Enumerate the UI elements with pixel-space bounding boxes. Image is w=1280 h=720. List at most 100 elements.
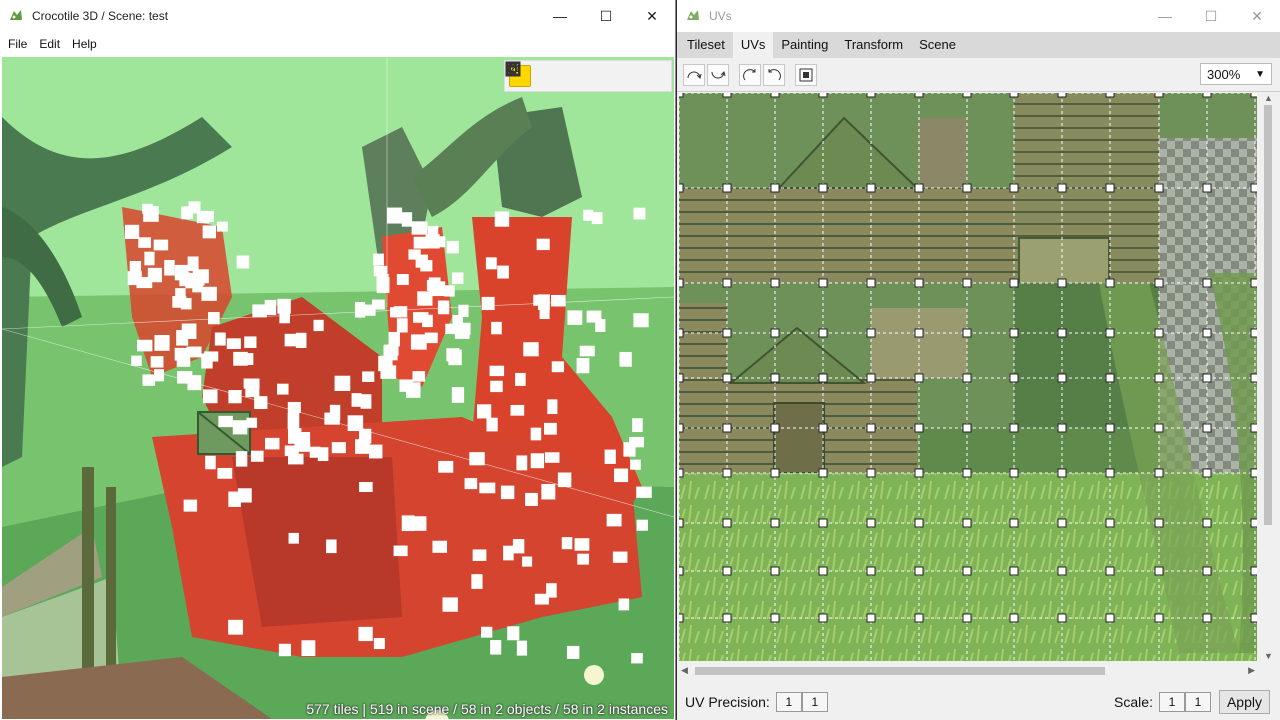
uv-vertex-handle[interactable] <box>818 518 828 528</box>
uv-vertex-handle[interactable] <box>1009 566 1019 576</box>
uv-vertex-handle[interactable] <box>770 278 780 288</box>
uv-vertex-handle[interactable] <box>1202 373 1212 383</box>
uv-vertex-handle[interactable] <box>962 93 972 98</box>
uv-vertex-handle[interactable] <box>722 468 732 478</box>
uv-vertex-handle[interactable] <box>818 468 828 478</box>
uv-vertex-handle[interactable] <box>1202 613 1212 623</box>
uv-vertex-handle[interactable] <box>1105 93 1115 98</box>
uv-vertex-handle[interactable] <box>866 613 876 623</box>
uv-vertex-handle[interactable] <box>818 566 828 576</box>
uv-vertex-handle[interactable] <box>1154 328 1164 338</box>
uv-vertex-handle[interactable] <box>1105 328 1115 338</box>
uv-vertex-handle[interactable] <box>1202 183 1212 193</box>
uv-vertex-handle[interactable] <box>1154 423 1164 433</box>
uv-vertex-handle[interactable] <box>1009 468 1019 478</box>
uv-vertex-handle[interactable] <box>722 328 732 338</box>
uv-vertex-handle[interactable] <box>818 613 828 623</box>
uv-vertex-handle[interactable] <box>818 373 828 383</box>
uv-vertex-handle[interactable] <box>866 566 876 576</box>
fit-uv-icon[interactable] <box>795 63 817 86</box>
uv-vertex-handle[interactable] <box>1250 423 1257 433</box>
flip-vertical-icon[interactable] <box>707 63 729 86</box>
uv-vertex-handle[interactable] <box>679 613 684 623</box>
select-box-icon[interactable] <box>506 62 611 87</box>
uv-vertex-handle[interactable] <box>1202 423 1212 433</box>
uv-vertex-handle[interactable] <box>1154 566 1164 576</box>
uv-vertex-handle[interactable] <box>1057 423 1067 433</box>
uv-vertex-handle[interactable] <box>866 183 876 193</box>
uv-vertex-handle[interactable] <box>962 183 972 193</box>
maximize-button[interactable]: ☐ <box>583 0 629 32</box>
rotate-uv-right-icon[interactable] <box>763 63 785 86</box>
zoom-select[interactable]: 300% ▼ <box>1200 63 1272 85</box>
uv-vertex-handle[interactable] <box>679 423 684 433</box>
uv-vertex-handle[interactable] <box>1250 566 1257 576</box>
uv-maximize-button[interactable]: ☐ <box>1188 0 1234 32</box>
uv-vertex-handle[interactable] <box>866 423 876 433</box>
uv-vertex-handle[interactable] <box>1105 278 1115 288</box>
uv-vertex-handle[interactable] <box>770 423 780 433</box>
vertical-scroll-thumb[interactable] <box>1264 105 1272 525</box>
uv-vertex-handle[interactable] <box>1105 468 1115 478</box>
uv-vertex-handle[interactable] <box>1250 93 1257 98</box>
scroll-up-arrow-icon[interactable]: ▲ <box>1264 93 1273 103</box>
uv-vertex-handle[interactable] <box>1057 93 1067 98</box>
rotate-left-icon[interactable] <box>508 62 643 87</box>
scroll-left-arrow-icon[interactable]: ◀ <box>681 665 688 676</box>
uv-vertex-handle[interactable] <box>722 93 732 98</box>
uv-vertex-handle[interactable] <box>770 373 780 383</box>
uv-vertex-handle[interactable] <box>1202 93 1212 98</box>
uv-vertex-handle[interactable] <box>1105 183 1115 193</box>
uv-vertex-handle[interactable] <box>1105 613 1115 623</box>
uv-vertex-handle[interactable] <box>1154 468 1164 478</box>
uv-vertex-handle[interactable] <box>866 518 876 528</box>
scale-x-input[interactable]: 1 <box>1158 692 1185 712</box>
uv-vertex-handle[interactable] <box>770 566 780 576</box>
apply-button[interactable]: Apply <box>1218 690 1270 714</box>
3d-viewport[interactable]: 577 tiles | 519 in scene / 58 in 2 objec… <box>2 57 674 719</box>
uv-vertex-handle[interactable] <box>770 613 780 623</box>
uv-vertex-handle[interactable] <box>1105 518 1115 528</box>
uv-vertex-handle[interactable] <box>1154 183 1164 193</box>
tab-painting[interactable]: Painting <box>773 32 836 58</box>
uv-vertex-handle[interactable] <box>914 93 924 98</box>
minimize-button[interactable]: — <box>537 0 583 32</box>
uv-vertex-handle[interactable] <box>1057 468 1067 478</box>
uv-vertical-scrollbar[interactable]: ▲ ▼ <box>1259 93 1277 661</box>
uv-vertex-handle[interactable] <box>679 518 684 528</box>
uv-vertex-handle[interactable] <box>1009 518 1019 528</box>
main-titlebar[interactable]: Crocotile 3D / Scene: test — ☐ ✕ <box>0 0 675 32</box>
uv-vertex-handle[interactable] <box>1057 373 1067 383</box>
uv-vertex-handle[interactable] <box>1009 278 1019 288</box>
uv-vertex-handle[interactable] <box>1105 423 1115 433</box>
uv-vertex-handle[interactable] <box>1154 518 1164 528</box>
uv-vertex-handle[interactable] <box>722 278 732 288</box>
uv-vertex-handle[interactable] <box>962 518 972 528</box>
uv-vertex-handle[interactable] <box>679 566 684 576</box>
uv-precision-x-input[interactable]: 1 <box>775 692 802 712</box>
menu-edit[interactable]: Edit <box>33 32 66 56</box>
uv-vertex-handle[interactable] <box>1057 613 1067 623</box>
scale-y-input[interactable]: 1 <box>1184 692 1211 712</box>
menu-help[interactable]: Help <box>66 32 103 56</box>
uv-vertex-handle[interactable] <box>1057 566 1067 576</box>
uv-horizontal-scrollbar[interactable]: ◀ ▶ <box>679 662 1257 680</box>
uv-vertex-handle[interactable] <box>866 278 876 288</box>
uv-vertex-handle[interactable] <box>866 468 876 478</box>
uv-vertex-handle[interactable] <box>1009 183 1019 193</box>
uv-vertex-handle[interactable] <box>1009 373 1019 383</box>
uv-vertex-handle[interactable] <box>866 328 876 338</box>
uv-vertex-handle[interactable] <box>962 566 972 576</box>
cube-tool-icon[interactable] <box>507 62 555 87</box>
uv-vertex-handle[interactable] <box>866 373 876 383</box>
uv-vertex-handle[interactable] <box>1105 373 1115 383</box>
tab-tileset[interactable]: Tileset <box>679 32 733 58</box>
uv-titlebar[interactable]: UVs — ☐ ✕ <box>677 0 1280 32</box>
uv-vertex-handle[interactable] <box>1009 613 1019 623</box>
uv-vertex-handle[interactable] <box>679 373 684 383</box>
flip-horizontal-icon[interactable] <box>683 63 705 86</box>
uv-vertex-handle[interactable] <box>770 183 780 193</box>
uv-vertex-handle[interactable] <box>679 183 684 193</box>
uv-vertex-handle[interactable] <box>1009 423 1019 433</box>
uv-vertex-handle[interactable] <box>914 278 924 288</box>
